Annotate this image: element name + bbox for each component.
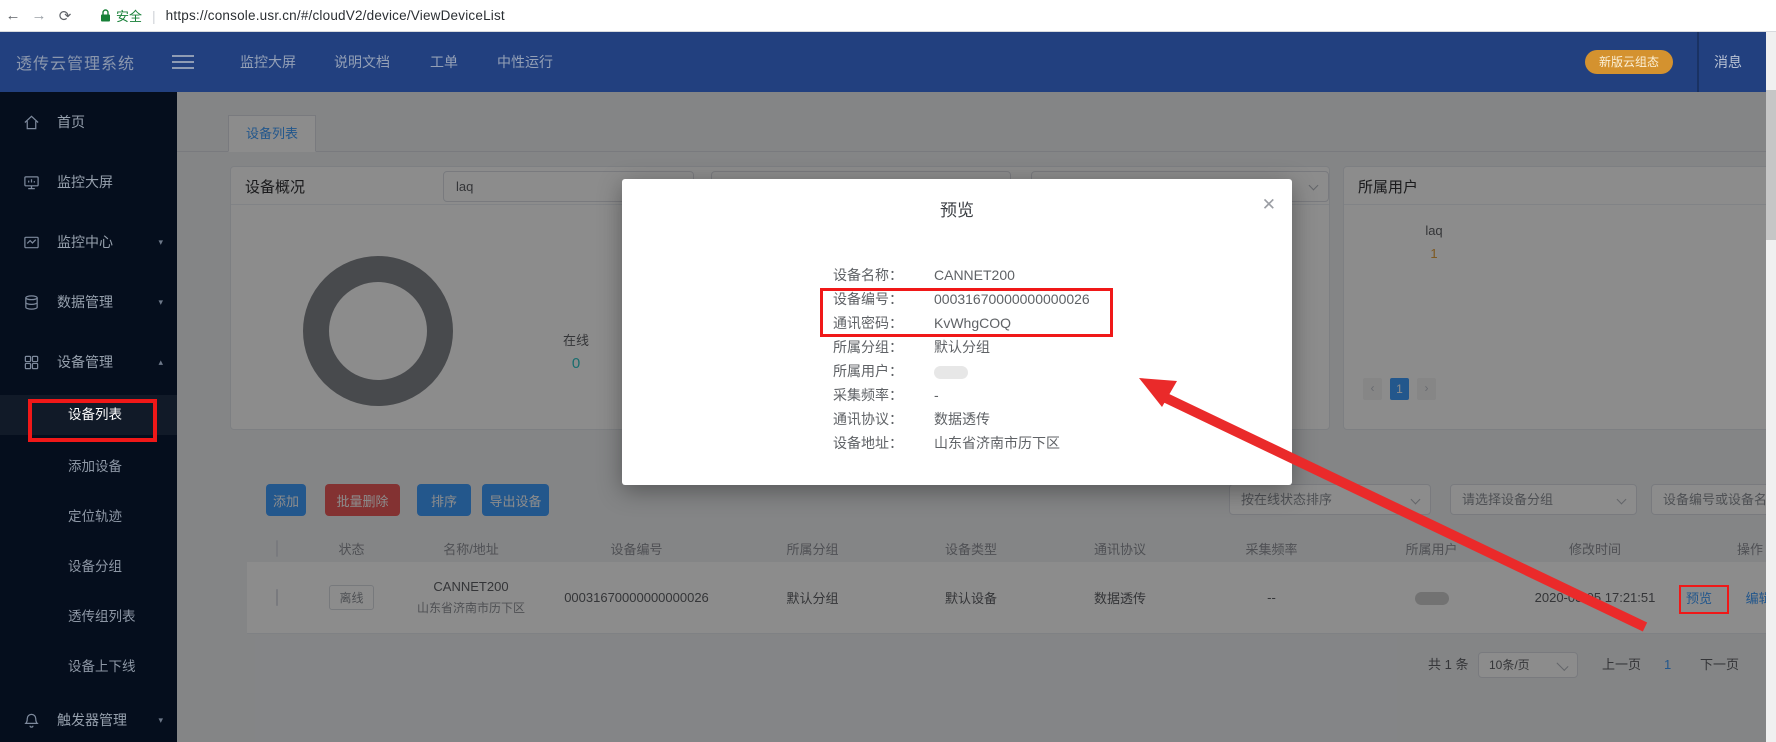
sidebar-item-label: 监控大屏 [57, 172, 113, 192]
sidebar-item-label: 监控中心 [57, 232, 113, 252]
sidebar-item-monitor-center[interactable]: 监控中心 ▾ [0, 222, 177, 262]
address-value: 山东省济南市历下区 [934, 435, 1060, 451]
scrollbar-thumb[interactable] [1766, 90, 1776, 240]
sidebar-item-home[interactable]: 首页 [0, 102, 177, 142]
security-chip[interactable]: 安全 [100, 6, 142, 25]
lock-icon [100, 9, 111, 22]
database-icon [23, 294, 40, 311]
sidebar-item-device-list[interactable]: 设备列表 [0, 395, 177, 435]
nav-monitor-screen[interactable]: 监控大屏 [240, 52, 296, 72]
monitor-chart-icon [23, 234, 40, 251]
chevron-down-icon: ▾ [158, 715, 163, 726]
sidebar-item-device-online-offline[interactable]: 设备上下线 [0, 647, 177, 687]
chevron-down-icon: ▾ [158, 237, 163, 248]
field-label: 通讯密码： [622, 311, 903, 335]
device-name-value: CANNET200 [934, 267, 1015, 283]
field-label: 设备编号： [622, 287, 903, 311]
messages-link[interactable]: 消息 [1714, 52, 1742, 72]
sidebar-item-label: 数据管理 [57, 292, 113, 312]
field-label: 采集频率： [622, 383, 903, 407]
browser-bar: ← → ⟳ 安全 | https://console.usr.cn/#/clou… [0, 0, 1776, 32]
sidebar-item-monitor-screen[interactable]: 监控大屏 [0, 162, 177, 202]
hamburger-menu-icon[interactable] [172, 51, 194, 73]
header-divider [1697, 32, 1699, 92]
home-icon [23, 114, 40, 131]
device-no-value: 00031670000000000026 [934, 291, 1090, 307]
sidebar-item-label: 触发器管理 [57, 710, 127, 730]
field-label: 通讯协议： [622, 407, 903, 431]
field-label: 设备地址： [622, 431, 903, 455]
browser-refresh-icon[interactable]: ⟳ [52, 7, 78, 25]
bell-icon [23, 712, 40, 729]
protocol-value: 数据透传 [934, 411, 990, 427]
url-separator: | [152, 8, 156, 24]
address-bar[interactable]: https://console.usr.cn/#/cloudV2/device/… [166, 8, 505, 23]
chevron-down-icon: ▾ [158, 297, 163, 308]
frequency-value: - [934, 387, 939, 403]
sidebar-item-label: 设备管理 [57, 352, 113, 372]
grid-icon [23, 354, 40, 371]
sidebar-item-label: 首页 [57, 112, 85, 132]
preview-modal: 预览 ✕ 设备名称： CANNET200 设备编号： 000316700000000… [622, 179, 1292, 485]
comm-password-value: KvWhgCOQ [934, 315, 1011, 331]
screen-icon [23, 174, 40, 191]
sidebar-item-location-track[interactable]: 定位轨迹 [0, 497, 177, 537]
nav-ticket[interactable]: 工单 [430, 52, 458, 72]
group-value: 默认分组 [934, 339, 990, 355]
page-scrollbar[interactable] [1766, 32, 1776, 742]
modal-body: 设备名称： CANNET200 设备编号： 00031670000000000026… [622, 263, 1292, 455]
sidebar-item-data-management[interactable]: 数据管理 ▾ [0, 282, 177, 322]
browser-back-icon[interactable]: ← [0, 7, 26, 24]
field-label: 设备名称： [622, 263, 903, 287]
nav-neutral-run[interactable]: 中性运行 [497, 52, 553, 72]
sidebar-item-device-management[interactable]: 设备管理 ▴ [0, 342, 177, 382]
sidebar-item-add-device[interactable]: 添加设备 [0, 447, 177, 487]
new-scada-button[interactable]: 新版云组态 [1585, 50, 1673, 74]
sidebar-item-passthrough-group-list[interactable]: 透传组列表 [0, 597, 177, 637]
sidebar-item-trigger-management[interactable]: 触发器管理 ▾ [0, 700, 177, 740]
modal-title: 预览 [622, 196, 1292, 221]
security-label: 安全 [116, 6, 142, 25]
sidebar: 首页 监控大屏 监控中心 ▾ 数据管理 ▾ 设备管理 ▴ 设备列表 添加设备 定… [0, 92, 177, 742]
nav-docs[interactable]: 说明文档 [334, 52, 390, 72]
app-header: 透传云管理系统 监控大屏 说明文档 工单 中性运行 新版云组态 消息 [0, 32, 1776, 92]
app-title: 透传云管理系统 [16, 50, 135, 74]
field-label: 所属用户： [622, 359, 903, 383]
chevron-up-icon: ▴ [158, 357, 163, 368]
field-label: 所属分组： [622, 335, 903, 359]
close-icon[interactable]: ✕ [1262, 196, 1276, 213]
sidebar-item-device-group[interactable]: 设备分组 [0, 547, 177, 587]
owner-redacted [934, 366, 968, 379]
browser-forward-icon[interactable]: → [26, 7, 52, 24]
